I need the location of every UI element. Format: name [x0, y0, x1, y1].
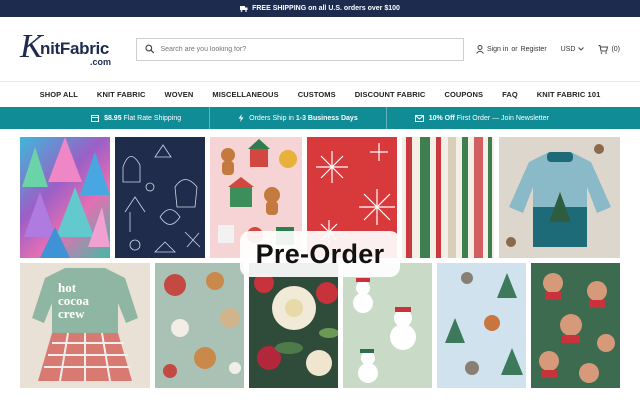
nav-coupons[interactable]: COUPONS	[444, 90, 483, 99]
product-grid: hot cocoa crew Pre-Order	[0, 129, 640, 394]
tree-pattern-image	[22, 137, 110, 258]
site-header: K nitFabric .com Sign in or Register USD…	[0, 17, 640, 82]
currency-select[interactable]: USD	[561, 46, 585, 53]
promo-shipping-bold: $8.95	[104, 114, 122, 122]
floral-pattern-image	[254, 273, 338, 376]
nativity-pattern-image	[122, 144, 201, 253]
cart-button[interactable]: (0)	[598, 44, 620, 54]
promo-shipping-text: $8.95 Flat Rate Shipping	[104, 115, 181, 122]
nav-woven[interactable]: WOVEN	[165, 90, 194, 99]
fabric-tile-navy-nativity[interactable]	[115, 137, 205, 258]
stripe-pattern-image	[406, 137, 492, 258]
or-text: or	[511, 45, 518, 53]
mail-icon	[414, 114, 424, 122]
dress-text-line3: crew	[58, 306, 85, 321]
snowman-pattern-image	[353, 278, 416, 383]
dress-print-text: hot cocoa crew	[58, 281, 89, 320]
nav-faq[interactable]: FAQ	[502, 90, 518, 99]
fabric-tile-hot-cocoa-dress[interactable]: hot cocoa crew	[20, 263, 150, 388]
promo-newsletter[interactable]: 10% Off First Order — Join Newsletter	[385, 107, 577, 129]
nav-knit-fabric[interactable]: KNIT FABRIC	[97, 90, 146, 99]
winter-animal-pattern-image	[445, 272, 523, 375]
logo-suffix: .com	[90, 57, 112, 67]
sweater-image	[506, 144, 611, 247]
fabric-tile-cocoa-cookies[interactable]	[155, 263, 244, 388]
logo-name: nitFabric	[40, 39, 110, 58]
nav-knit-fabric-101[interactable]: KNIT FABRIC 101	[537, 90, 601, 99]
promo-newsletter-text: 10% Off First Order — Join Newsletter	[429, 115, 549, 122]
site-logo[interactable]: K nitFabric .com	[20, 26, 118, 72]
bear-pattern-image	[539, 273, 615, 383]
nav-shop-all[interactable]: SHOP ALL	[40, 90, 78, 99]
account-links: Sign in or Register	[476, 44, 547, 54]
promo-ship-time-prefix: Orders Ship in	[249, 114, 296, 122]
promo-ship-time-text: Orders Ship in 1-3 Business Days	[249, 115, 358, 122]
search-icon[interactable]	[145, 44, 155, 54]
promo-bar: $8.95 Flat Rate Shipping Orders Ship in …	[0, 107, 640, 129]
user-icon	[476, 44, 484, 54]
promo-shipping[interactable]: $8.95 Flat Rate Shipping	[63, 107, 209, 129]
cart-icon	[598, 44, 609, 54]
promo-newsletter-bold: 10% Off	[428, 114, 455, 122]
fabric-tile-candy-stripes[interactable]	[402, 137, 494, 258]
fabric-tile-floral[interactable]	[249, 263, 338, 388]
nav-discount-fabric[interactable]: DISCOUNT FABRIC	[355, 90, 426, 99]
fabric-tile-teddy-bears[interactable]	[531, 263, 620, 388]
search-input[interactable]	[160, 45, 455, 53]
main-nav: SHOP ALL KNIT FABRIC WOVEN MISCELLANEOUS…	[0, 82, 640, 107]
box-icon	[91, 115, 100, 122]
fabric-tile-sweater[interactable]	[499, 137, 620, 258]
announcement-bar: FREE SHIPPING on all U.S. orders over $1…	[0, 0, 640, 17]
promo-newsletter-rest: First Order — Join Newsletter	[454, 114, 549, 122]
register-link[interactable]: Register	[521, 46, 547, 53]
sign-in-link[interactable]: Sign in	[487, 46, 508, 53]
currency-label: USD	[560, 45, 576, 53]
pre-order-badge[interactable]: Pre-Order	[240, 231, 400, 277]
truck-icon	[240, 6, 248, 12]
fabric-tile-watercolor-trees[interactable]	[20, 137, 110, 258]
promo-ship-time[interactable]: Orders Ship in 1-3 Business Days	[209, 107, 386, 129]
announcement-text: FREE SHIPPING on all U.S. orders over $1…	[252, 5, 400, 12]
fabric-tile-snowmen-green[interactable]	[343, 263, 432, 388]
nav-miscellaneous[interactable]: MISCELLANEOUS	[212, 90, 278, 99]
search-bar[interactable]	[136, 37, 464, 61]
header-actions: Sign in or Register USD (0)	[476, 44, 620, 54]
fabric-tile-winter-animals[interactable]	[437, 263, 526, 388]
cart-count: (0)	[611, 45, 620, 53]
chevron-down-icon	[578, 47, 585, 51]
cookie-pattern-image	[163, 272, 241, 378]
promo-shipping-rest: Flat Rate Shipping	[121, 114, 182, 122]
bolt-icon	[238, 114, 244, 122]
nav-customs[interactable]: CUSTOMS	[298, 90, 336, 99]
promo-ship-time-bold: 1-3 Business Days	[295, 114, 358, 122]
